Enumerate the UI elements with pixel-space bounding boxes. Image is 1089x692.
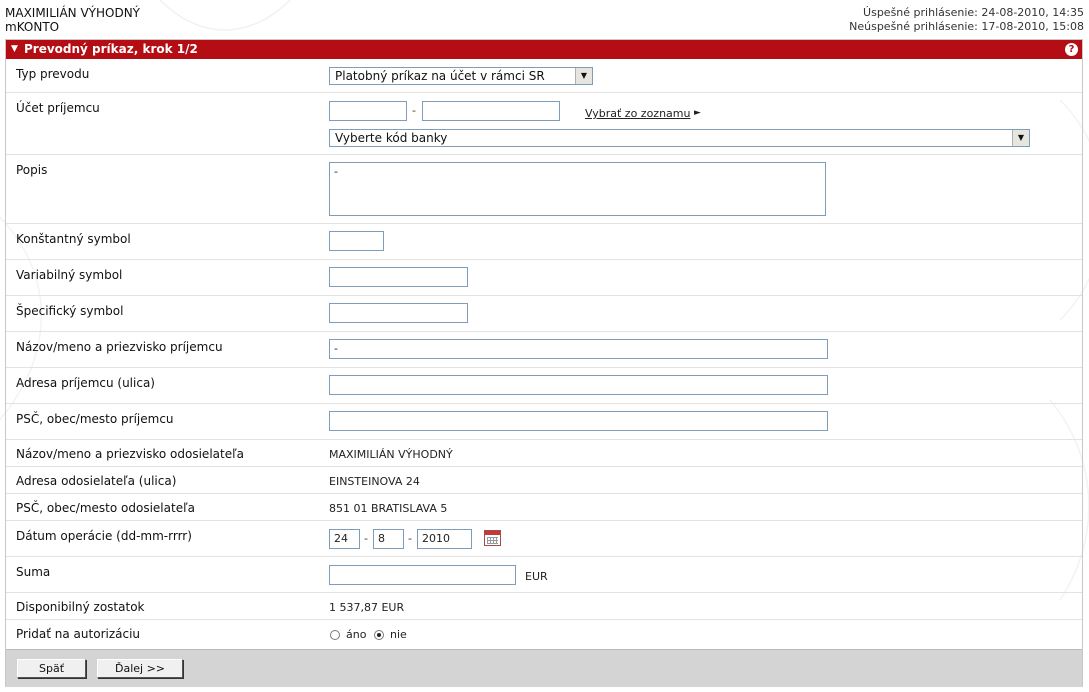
chevron-down-icon[interactable]: ▼ bbox=[1012, 130, 1029, 146]
amount-input[interactable] bbox=[329, 565, 516, 585]
row-variable-symbol: Variabilný symbol bbox=[6, 259, 1082, 296]
sender-city-value: 851 01 BRATISLAVA 5 bbox=[329, 502, 448, 515]
row-sender-city: PSČ, obec/mesto odosielateľa 851 01 BRAT… bbox=[6, 493, 1082, 521]
constant-symbol-input[interactable] bbox=[329, 231, 384, 251]
row-transfer-type: Typ prevodu Platobný príkaz na účet v rá… bbox=[6, 59, 1082, 92]
row-specific-symbol: Špecifický symbol bbox=[6, 295, 1082, 332]
recipient-account-label: Účet príjemcu bbox=[16, 101, 100, 115]
date-day-input[interactable]: 24 bbox=[329, 529, 360, 549]
next-button[interactable]: Ďalej >> bbox=[97, 659, 183, 678]
recipient-street-label: Adresa príjemcu (ulica) bbox=[16, 376, 155, 390]
account-prefix-input[interactable] bbox=[329, 101, 407, 121]
date-year-input[interactable]: 2010 bbox=[417, 529, 472, 549]
panel-title: Prevodný príkaz, krok 1/2 bbox=[24, 42, 198, 56]
authorization-yes-label[interactable]: áno bbox=[346, 628, 366, 641]
top-header: MAXIMILIÁN VÝHODNÝ mKONTO Úspešné prihlá… bbox=[0, 0, 1089, 38]
sender-name-label: Názov/meno a priezvisko odosielateľa bbox=[16, 447, 244, 461]
calendar-icon[interactable] bbox=[484, 530, 501, 546]
chevron-down-icon[interactable]: ▼ bbox=[575, 68, 592, 84]
recipient-city-label: PSČ, obec/mesto príjemcu bbox=[16, 412, 174, 426]
row-description: Popis - bbox=[6, 154, 1082, 224]
constant-symbol-label: Konštantný symbol bbox=[16, 232, 131, 246]
date-separator: - bbox=[364, 532, 368, 545]
account-number-input[interactable] bbox=[422, 101, 560, 121]
available-balance-label: Disponibilný zostatok bbox=[16, 600, 145, 614]
description-label: Popis bbox=[16, 163, 48, 177]
triangle-right-icon[interactable]: ► bbox=[694, 108, 701, 118]
variable-symbol-label: Variabilný symbol bbox=[16, 268, 123, 282]
row-available-balance: Disponibilný zostatok 1 537,87 EUR bbox=[6, 592, 1082, 620]
product-name: mKONTO bbox=[5, 20, 60, 34]
account-separator: - bbox=[412, 104, 416, 117]
row-sender-street: Adresa odosielateľa (ulica) EINSTEINOVA … bbox=[6, 466, 1082, 494]
specific-symbol-input[interactable] bbox=[329, 303, 468, 323]
sender-street-label: Adresa odosielateľa (ulica) bbox=[16, 474, 177, 488]
description-textarea[interactable]: - bbox=[329, 162, 826, 216]
row-recipient-street: Adresa príjemcu (ulica) bbox=[6, 367, 1082, 404]
transfer-type-value: Platobný príkaz na účet v rámci SR bbox=[335, 69, 545, 83]
date-month-input[interactable]: 8 bbox=[373, 529, 404, 549]
footer-button-bar: Späť Ďalej >> bbox=[6, 649, 1082, 687]
variable-symbol-input[interactable] bbox=[329, 267, 468, 287]
authorization-no-radio[interactable] bbox=[374, 630, 384, 640]
operation-date-label: Dátum operácie (dd-mm-rrrr) bbox=[16, 529, 192, 543]
row-sender-name: Názov/meno a priezvisko odosielateľa MAX… bbox=[6, 439, 1082, 467]
triangle-down-icon[interactable]: ▼ bbox=[11, 40, 18, 59]
last-successful-login: Úspešné prihlásenie: 24-08-2010, 14:35 bbox=[863, 6, 1084, 19]
row-recipient-city: PSČ, obec/mesto príjemcu bbox=[6, 403, 1082, 440]
authorization-yes-radio[interactable] bbox=[330, 630, 340, 640]
recipient-name-label: Názov/meno a priezvisko príjemcu bbox=[16, 340, 223, 354]
row-authorization: Pridať na autorizáciu áno nie bbox=[6, 619, 1082, 650]
recipient-city-input[interactable] bbox=[329, 411, 828, 431]
sender-street-value: EINSTEINOVA 24 bbox=[329, 475, 420, 488]
bank-code-value: Vyberte kód banky bbox=[335, 131, 448, 145]
last-failed-login: Neúspešné prihlásenie: 17-08-2010, 15:08 bbox=[849, 20, 1084, 33]
row-constant-symbol: Konštantný symbol bbox=[6, 223, 1082, 260]
sender-city-label: PSČ, obec/mesto odosielateľa bbox=[16, 501, 195, 515]
bank-code-select[interactable]: Vyberte kód banky ▼ bbox=[329, 129, 1030, 147]
user-name: MAXIMILIÁN VÝHODNÝ bbox=[5, 6, 140, 20]
transfer-order-panel: ▼ Prevodný príkaz, krok 1/2 ? Typ prevod… bbox=[5, 39, 1083, 687]
select-from-list-link[interactable]: Vybrať zo zoznamu bbox=[585, 107, 690, 120]
amount-currency: EUR bbox=[525, 570, 548, 583]
question-mark-icon[interactable]: ? bbox=[1065, 43, 1078, 56]
authorization-label: Pridať na autorizáciu bbox=[16, 627, 141, 641]
row-recipient-name: Názov/meno a priezvisko príjemcu - bbox=[6, 331, 1082, 368]
back-button[interactable]: Späť bbox=[17, 659, 86, 678]
recipient-name-input[interactable]: - bbox=[329, 339, 828, 359]
transfer-type-select[interactable]: Platobný príkaz na účet v rámci SR ▼ bbox=[329, 67, 593, 85]
date-separator: - bbox=[408, 532, 412, 545]
specific-symbol-label: Špecifický symbol bbox=[16, 304, 124, 318]
sender-name-value: MAXIMILIÁN VÝHODNÝ bbox=[329, 448, 453, 461]
amount-label: Suma bbox=[16, 565, 51, 579]
row-operation-date: Dátum operácie (dd-mm-rrrr) 24 - 8 - 201… bbox=[6, 520, 1082, 557]
authorization-no-label[interactable]: nie bbox=[390, 628, 407, 641]
panel-header[interactable]: ▼ Prevodný príkaz, krok 1/2 ? bbox=[6, 40, 1082, 59]
row-amount: Suma EUR bbox=[6, 556, 1082, 593]
recipient-street-input[interactable] bbox=[329, 375, 828, 395]
available-balance-value: 1 537,87 EUR bbox=[329, 601, 405, 614]
transfer-type-label: Typ prevodu bbox=[16, 67, 90, 81]
row-recipient-account: Účet príjemcu - Vybrať zo zoznamu ► Vybe… bbox=[6, 92, 1082, 155]
